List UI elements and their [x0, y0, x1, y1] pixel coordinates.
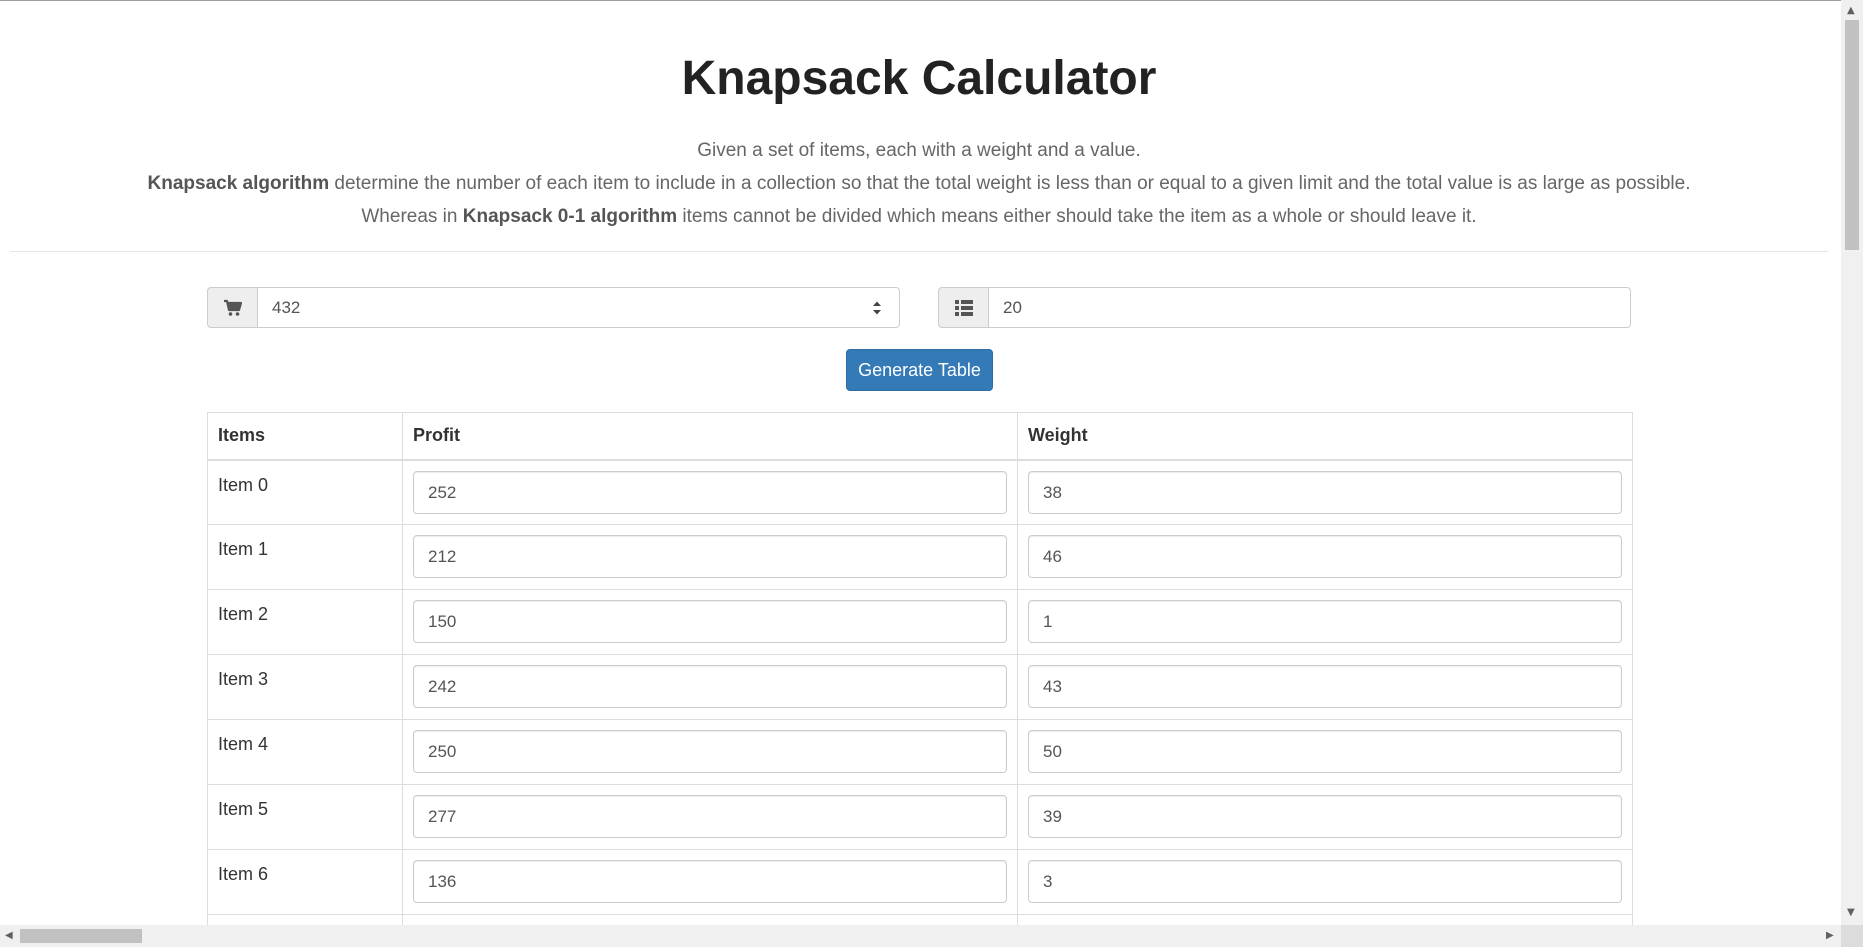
weight-cell: 46 [1017, 524, 1633, 590]
profit-cell: 136 [402, 849, 1018, 915]
weight-input[interactable]: 50 [1028, 730, 1622, 773]
header-items: Items [207, 412, 403, 461]
scroll-right-icon[interactable]: ▶ [1826, 931, 1834, 941]
number-spinner-icon[interactable] [871, 299, 883, 317]
profit-cell: 277 [402, 784, 1018, 850]
table-row: Item 5 277 39 [207, 784, 1633, 850]
item-name: Item 3 [207, 654, 403, 720]
weight-cell [1017, 914, 1633, 925]
weight-cell: 39 [1017, 784, 1633, 850]
page: Knapsack Calculator Given a set of items… [0, 0, 1841, 925]
capacity-input[interactable]: 432 [257, 287, 900, 328]
profit-input[interactable]: 242 [413, 665, 1007, 708]
item-name: Item 1 [207, 524, 403, 590]
vertical-scroll-thumb[interactable] [1845, 20, 1859, 250]
profit-cell: 252 [402, 459, 1018, 525]
table-header-row: Items Profit Weight [207, 412, 1633, 461]
description-line-3: Whereas in Knapsack 0-1 algorithm items … [10, 200, 1828, 233]
scroll-down-icon[interactable]: ▼ [1847, 908, 1855, 918]
item-name: Item 4 [207, 719, 403, 785]
item-name: Item 6 [207, 849, 403, 915]
vertical-scrollbar[interactable]: ▲ ▼ [1841, 0, 1863, 925]
description: Given a set of items, each with a weight… [10, 134, 1828, 233]
knapsack-algorithm-term: Knapsack algorithm [147, 173, 330, 194]
description-line-2-text: determine the number of each item to inc… [329, 173, 1691, 194]
profit-cell: 250 [402, 719, 1018, 785]
profit-input[interactable]: 250 [413, 730, 1007, 773]
scrollbar-corner [1841, 925, 1863, 947]
table-row: Item 3 242 43 [207, 654, 1633, 720]
weight-input[interactable]: 39 [1028, 795, 1622, 838]
page-title: Knapsack Calculator [681, 52, 1157, 105]
table-row: Item 6 136 3 [207, 849, 1633, 915]
table-row: Item 0 252 38 [207, 459, 1633, 525]
profit-cell: 212 [402, 524, 1018, 590]
items-count-input-group: 20 [938, 287, 1631, 328]
profit-input[interactable]: 277 [413, 795, 1007, 838]
weight-input[interactable]: 1 [1028, 600, 1622, 643]
description-line-3-text: items cannot be divided which means eith… [677, 206, 1477, 227]
weight-input[interactable]: 38 [1028, 470, 1622, 514]
scroll-left-icon[interactable]: ◀ [5, 931, 13, 941]
weight-cell: 38 [1017, 459, 1633, 525]
item-name: Item 5 [207, 784, 403, 850]
header-weight: Weight [1017, 412, 1633, 461]
divider [10, 251, 1828, 252]
weight-cell: 43 [1017, 654, 1633, 720]
knapsack-01-term: Knapsack 0-1 algorithm [462, 206, 678, 227]
profit-input[interactable]: 150 [413, 600, 1007, 643]
horizontal-scroll-thumb[interactable] [20, 929, 142, 943]
profit-input[interactable]: 212 [413, 535, 1007, 578]
weight-input[interactable]: 46 [1028, 535, 1622, 578]
table-row [207, 914, 1633, 925]
description-line-1: Given a set of items, each with a weight… [697, 140, 1141, 161]
table-row: Item 2 150 1 [207, 589, 1633, 655]
profit-cell [402, 914, 1018, 925]
cart-icon [207, 287, 257, 328]
description-line-2: Knapsack algorithm determine the number … [10, 167, 1828, 200]
table-row: Item 1 212 46 [207, 524, 1633, 590]
description-line-3-pre: Whereas in [361, 206, 463, 227]
list-icon [938, 287, 988, 328]
horizontal-scrollbar[interactable]: ◀ ▶ [0, 925, 1841, 947]
scroll-up-icon[interactable]: ▲ [1847, 6, 1855, 16]
table-row: Item 4 250 50 [207, 719, 1633, 785]
weight-cell: 3 [1017, 849, 1633, 915]
weight-cell: 1 [1017, 589, 1633, 655]
generate-table-button[interactable]: Generate Table [846, 349, 993, 391]
profit-input[interactable]: 136 [413, 860, 1007, 903]
weight-input[interactable]: 43 [1028, 665, 1622, 708]
capacity-input-group: 432 [207, 287, 900, 328]
item-name [207, 914, 403, 925]
weight-input[interactable]: 3 [1028, 860, 1622, 903]
profit-input[interactable]: 252 [413, 470, 1007, 514]
header-profit: Profit [402, 412, 1018, 461]
weight-cell: 50 [1017, 719, 1633, 785]
item-name: Item 0 [207, 459, 403, 525]
item-name: Item 2 [207, 589, 403, 655]
items-count-value: 20 [1003, 298, 1022, 317]
profit-cell: 242 [402, 654, 1018, 720]
capacity-value: 432 [272, 298, 301, 317]
items-table: Items Profit Weight Item 0 252 38 Item 1… [207, 412, 1633, 925]
items-count-input[interactable]: 20 [988, 287, 1631, 328]
profit-cell: 150 [402, 589, 1018, 655]
